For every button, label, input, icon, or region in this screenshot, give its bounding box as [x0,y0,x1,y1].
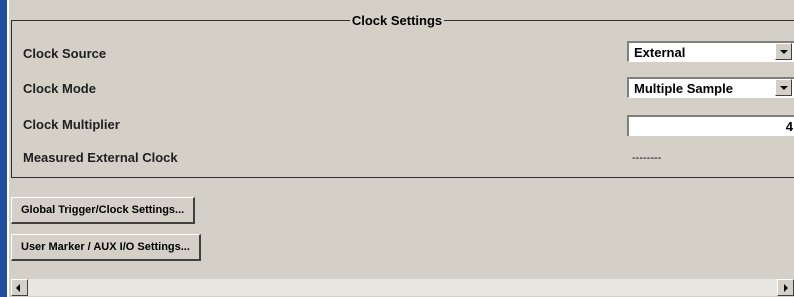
clock-multiplier-label: Clock Multiplier [23,117,120,132]
clock-mode-value: Multiple Sample [634,81,733,96]
panel-accent-bar [0,0,7,297]
global-trigger-clock-settings-button[interactable]: Global Trigger/Clock Settings... [11,197,196,224]
arrow-right-icon[interactable] [777,279,794,296]
clock-source-value: External [634,45,686,60]
clock-source-select[interactable]: External [627,41,794,62]
clock-multiplier-value: 4 [785,119,793,134]
clock-settings-panel: Clock Settings Clock Source External Clo… [0,0,794,297]
user-marker-aux-io-settings-button[interactable]: User Marker / AUX I/O Settings... [11,234,201,261]
measured-external-clock-value: -------- [632,152,662,164]
horizontal-scrollbar[interactable] [11,279,794,296]
arrow-left-icon[interactable] [11,279,28,296]
measured-external-clock-label: Measured External Clock [23,150,178,165]
clock-multiplier-input[interactable]: 4 [627,115,794,136]
chevron-down-icon[interactable] [775,79,792,96]
group-title: Clock Settings [0,13,794,28]
clock-mode-label: Clock Mode [23,81,96,96]
panel-accent-highlight [7,0,9,297]
clock-mode-select[interactable]: Multiple Sample [627,77,794,98]
group-title-text: Clock Settings [349,13,445,28]
clock-source-label: Clock Source [23,46,107,61]
chevron-down-icon[interactable] [775,43,792,60]
